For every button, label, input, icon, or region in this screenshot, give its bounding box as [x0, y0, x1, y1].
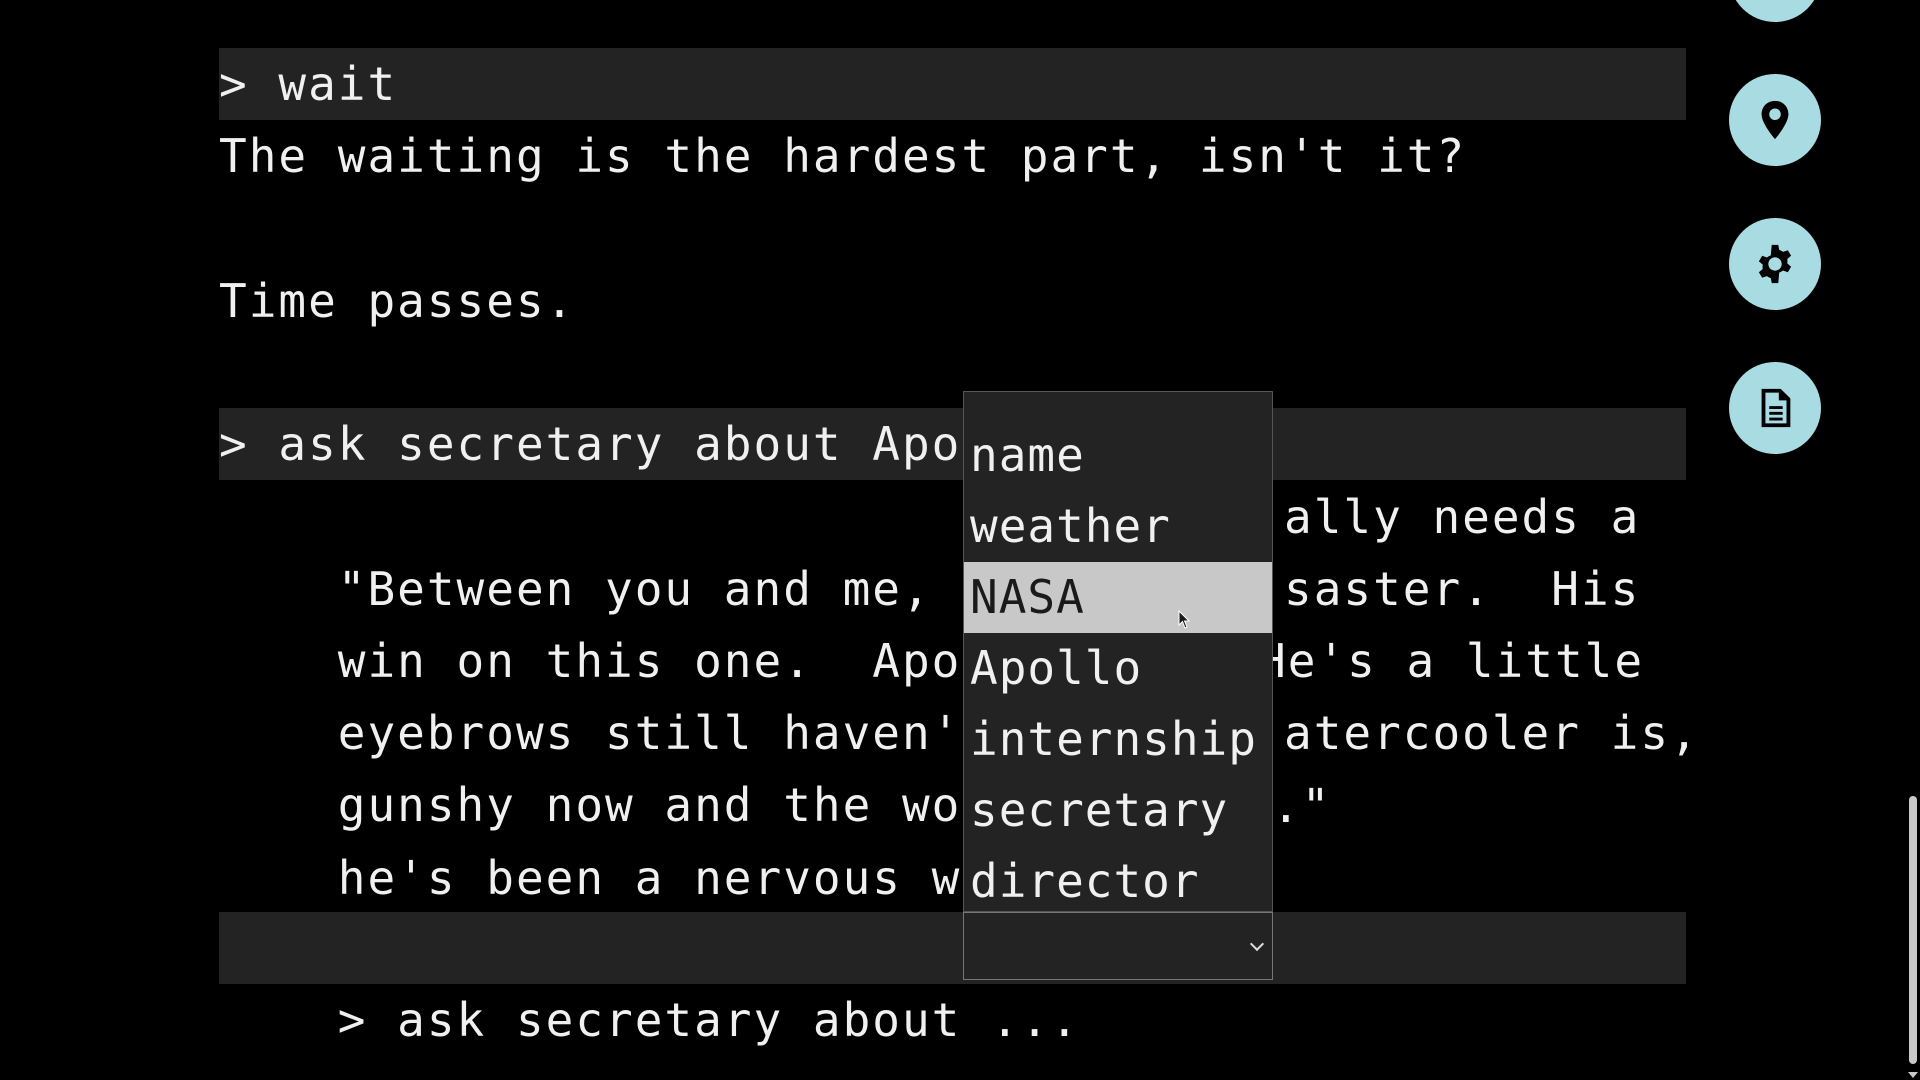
page-scrollbar[interactable]: [1904, 0, 1920, 1080]
scroll-down-arrow-icon[interactable]: [1908, 1072, 1918, 1078]
dropdown-option-director[interactable]: director: [964, 846, 1272, 917]
response-time-passes: Time passes.: [219, 274, 576, 328]
document-icon: [1761, 388, 1791, 428]
topic-dropdown-list: name weather NASA Apollo internship secr…: [963, 391, 1273, 912]
dropdown-option-secretary[interactable]: secretary: [964, 775, 1272, 846]
map-pin-icon: [1761, 100, 1789, 140]
response-line-3-right: He's a little: [1258, 634, 1645, 688]
mouse-cursor-icon: [1178, 610, 1191, 629]
top-partial-button[interactable]: [1729, 0, 1821, 22]
response-line-2-right: saster. His: [1284, 562, 1641, 616]
response-line-5: he's been a nervous wreck: [219, 770, 1686, 905]
transcript-button[interactable]: [1729, 362, 1821, 454]
response-line-5-right: .": [1272, 779, 1332, 833]
command-line-wait: > wait: [219, 48, 1686, 120]
dropdown-option-internship[interactable]: internship: [964, 704, 1272, 775]
dropdown-option-weather[interactable]: weather: [964, 491, 1272, 562]
command-line-ask-apollo: > ask secretary about Apol: [219, 408, 1686, 480]
input-prompt-line: > ask secretary about ...: [219, 912, 1686, 1047]
scrollbar-thumb[interactable]: [1909, 796, 1917, 1064]
response-wait: The waiting is the hardest part, isn't i…: [219, 129, 1467, 183]
response-line-4-right: atercooler is,: [1284, 706, 1700, 760]
dropdown-option-nasa[interactable]: NASA: [964, 562, 1272, 633]
game-stage: > wait The waiting is the hardest part, …: [0, 0, 1920, 1080]
dropdown-option-name[interactable]: name: [964, 420, 1272, 491]
settings-button[interactable]: [1729, 218, 1821, 310]
response-line-1-right: ally needs a: [1284, 490, 1641, 544]
dropdown-option-apollo[interactable]: Apollo: [964, 633, 1272, 704]
input-prompt-text: > ask secretary about ...: [337, 993, 1081, 1047]
map-button[interactable]: [1729, 74, 1821, 166]
topic-select[interactable]: [963, 912, 1273, 980]
gear-icon: [1758, 244, 1792, 284]
chevron-down-icon: [1249, 936, 1265, 952]
